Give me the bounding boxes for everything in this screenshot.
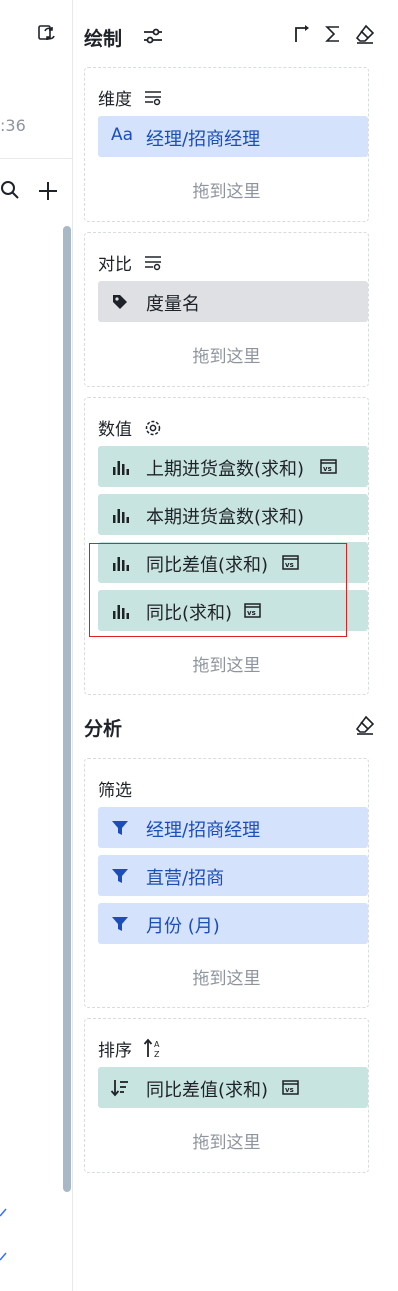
- field-config-icon[interactable]: [143, 254, 163, 272]
- svg-text:Z: Z: [154, 1050, 160, 1059]
- add-icon[interactable]: [37, 180, 59, 202]
- sort-drop-zone[interactable]: 排序 A Z 同比差值(求和) vs 拖到这里: [84, 1018, 369, 1173]
- tag-icon: [113, 295, 127, 309]
- scrollbar[interactable]: [63, 226, 71, 1192]
- dimension-drop-zone[interactable]: 维度 Aa 经理/招商经理 拖到这里: [84, 67, 369, 222]
- sort-desc-icon: [110, 1080, 128, 1097]
- value-pill[interactable]: 本期进货盒数(求和): [98, 494, 368, 535]
- eraser-icon[interactable]: [354, 23, 376, 45]
- gear-icon[interactable]: [143, 418, 163, 438]
- pill-label: 经理/招商经理: [146, 129, 261, 150]
- check-icon: [0, 1208, 7, 1217]
- filter-drop-zone[interactable]: 筛选 经理/招商经理 直营/招商 月份 (月) 拖到这里: [84, 758, 369, 1008]
- draw-section-title: 绘制: [84, 28, 123, 50]
- filter-icon: [112, 869, 128, 883]
- pill-label: 上期进货盒数(求和): [146, 459, 305, 480]
- drop-hint: 拖到这里: [192, 1133, 261, 1153]
- pill-label: 月份 (月): [146, 916, 220, 937]
- filter-pill[interactable]: 直营/招商: [98, 855, 368, 896]
- svg-text:vs: vs: [285, 1086, 294, 1094]
- eraser-icon[interactable]: [354, 714, 376, 736]
- left-panel: :36: [0, 0, 73, 1291]
- timestamp-fragment: :36: [0, 116, 26, 135]
- drop-hint: 拖到这里: [192, 656, 261, 676]
- sort-pill[interactable]: 同比差值(求和) vs: [98, 1067, 368, 1108]
- filter-icon: [112, 821, 128, 835]
- bar-chart-icon: [113, 461, 129, 475]
- dimension-pill[interactable]: Aa 经理/招商经理: [98, 116, 368, 157]
- filter-pill[interactable]: 月份 (月): [98, 903, 368, 944]
- svg-text:A: A: [154, 1040, 160, 1049]
- field-config-icon[interactable]: [143, 89, 163, 107]
- refresh-icon[interactable]: [36, 22, 58, 44]
- vs-calendar-icon: vs: [320, 459, 337, 474]
- axis-swap-icon[interactable]: [292, 24, 312, 44]
- svg-text:vs: vs: [323, 465, 332, 473]
- values-label: 数值: [98, 420, 132, 440]
- measure-name-pill[interactable]: 度量名: [98, 281, 368, 322]
- sort-az-icon[interactable]: A Z: [143, 1037, 163, 1059]
- drop-hint: 拖到这里: [192, 969, 261, 989]
- filter-pill[interactable]: 经理/招商经理: [98, 807, 368, 848]
- compare-label: 对比: [98, 255, 132, 275]
- pill-label: 经理/招商经理: [146, 820, 261, 841]
- pill-label: 直营/招商: [146, 868, 225, 889]
- highlight-box: [89, 543, 347, 637]
- pill-label: 度量名: [146, 294, 200, 315]
- compare-drop-zone[interactable]: 对比 度量名 拖到这里: [84, 232, 369, 387]
- sort-label: 排序: [98, 1041, 132, 1061]
- pill-label: 同比差值(求和): [146, 1080, 269, 1101]
- drop-hint: 拖到这里: [192, 182, 261, 202]
- value-pill[interactable]: 上期进货盒数(求和) vs: [98, 446, 368, 487]
- bar-chart-icon: [113, 509, 129, 523]
- analysis-section-title: 分析: [84, 718, 123, 740]
- filter-icon: [112, 917, 128, 931]
- search-icon[interactable]: [0, 180, 20, 200]
- vs-calendar-icon: vs: [282, 1080, 299, 1095]
- pill-label: 本期进货盒数(求和): [146, 507, 305, 528]
- drop-hint: 拖到这里: [192, 347, 261, 367]
- dimension-label: 维度: [98, 90, 132, 110]
- text-type-icon: Aa: [111, 125, 134, 145]
- divider: [0, 158, 72, 159]
- filter-label: 筛选: [98, 781, 132, 801]
- check-icon: [0, 1252, 7, 1261]
- sum-icon[interactable]: [324, 24, 342, 44]
- settings-sliders-icon[interactable]: [142, 26, 164, 46]
